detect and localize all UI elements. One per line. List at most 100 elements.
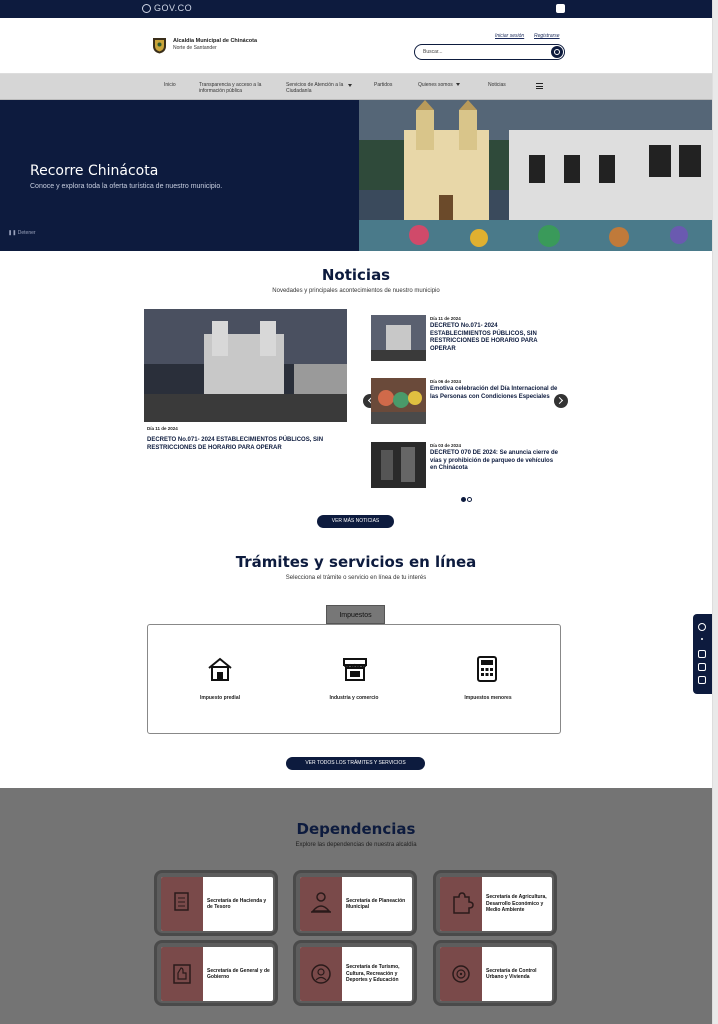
department-card-body: Secretaría de Turismo, Cultura, Recreaci… xyxy=(300,947,412,1001)
all-services-button[interactable]: VER TODOS LOS TRÁMITES Y SERVICIOS xyxy=(286,757,425,770)
department-card-body: Secretaría de Planeación Municipal xyxy=(300,877,412,931)
nav-item-transparencia[interactable]: Transparencia y acceso a la información … xyxy=(199,82,267,94)
nav-item-noticias[interactable]: Noticias xyxy=(488,82,506,88)
services-section-title: Trámites y servicios en línea xyxy=(235,553,477,571)
carousel-dot-active[interactable] xyxy=(461,497,466,502)
news-title[interactable]: Emotiva celebración del Día Internaciona… xyxy=(430,386,558,401)
main-nav: Inicio Transparencia y acceso a la infor… xyxy=(0,74,712,100)
font-increase-icon[interactable] xyxy=(698,663,706,671)
pause-button[interactable]: ❚❚ Detener xyxy=(8,230,36,236)
department-card[interactable]: Secretaría de Planeación Municipal xyxy=(293,870,417,936)
department-label: Secretaría de Hacienda y de Tesoro xyxy=(207,897,267,911)
department-label: Secretaría de Planeación Municipal xyxy=(346,897,406,911)
department-label: Secretaría de Control Urbano y Vivienda xyxy=(486,967,537,981)
department-icon-box xyxy=(440,947,482,1001)
department-card[interactable]: Secretaría de Turismo, Cultura, Recreaci… xyxy=(293,940,417,1006)
featured-news-image[interactable] xyxy=(144,309,347,422)
accessibility-options-icon[interactable] xyxy=(698,676,706,684)
separator-dot xyxy=(701,638,703,640)
department-icon-box xyxy=(300,947,342,1001)
department-card[interactable]: Secretaría de General y de Gobierno xyxy=(154,940,278,1006)
department-label: Secretaría de Turismo, Cultura, Recreaci… xyxy=(346,964,400,984)
department-card-body: Secretaría de Control Urbano y Vivienda xyxy=(440,947,552,1001)
department-card[interactable]: Secretaría de Agricultura, Desarrollo Ec… xyxy=(433,870,557,936)
department-card[interactable]: Secretaría de Hacienda y de Tesoro xyxy=(154,870,278,936)
pause-label: Detener xyxy=(17,230,36,236)
entity-name: Alcaldía Municipal de Chinácota xyxy=(173,38,258,44)
person-desk-icon xyxy=(311,892,331,913)
services-section-subtitle: Selecciona el trámite o servicio en líne… xyxy=(285,575,427,581)
tab-impuestos[interactable]: Impuestos xyxy=(326,605,385,624)
nav-item-servicios[interactable]: Servicios de Atención a la Ciudadanía xyxy=(286,82,344,94)
news-thumb[interactable] xyxy=(371,378,426,424)
govco-bar: GOV.CO xyxy=(0,0,712,18)
puzzle-icon xyxy=(453,892,474,914)
register-link[interactable]: Registrarse xyxy=(534,33,560,39)
featured-news-date: Día 11 de 2024 xyxy=(147,426,178,431)
chevron-down-icon xyxy=(455,83,460,87)
departments-section-title: Dependencias xyxy=(296,820,416,838)
department-icon-box xyxy=(161,947,203,1001)
nav-item-quienes-somos[interactable]: Quienes somos xyxy=(418,82,460,88)
department-label: Secretaría de Agricultura, Desarrollo Ec… xyxy=(486,894,547,914)
page-scrollbar[interactable] xyxy=(712,0,718,1024)
news-section-title: Noticias xyxy=(321,266,391,284)
thumbs-up-icon xyxy=(173,964,191,984)
service-industria-comercio[interactable]: Industria y comercio xyxy=(294,695,414,701)
carousel-dot[interactable] xyxy=(467,497,472,502)
target-icon xyxy=(452,965,470,983)
hero-image xyxy=(359,100,712,251)
more-news-button[interactable]: VER MÁS NOTICIAS xyxy=(317,515,394,528)
municipal-shield-icon[interactable] xyxy=(152,37,167,54)
news-thumb[interactable] xyxy=(371,315,426,361)
news-date: Día 03 de 2024 xyxy=(430,443,462,448)
search-icon[interactable] xyxy=(551,46,563,58)
nav-item-inicio[interactable]: Inicio xyxy=(164,82,176,88)
contrast-icon[interactable] xyxy=(698,623,706,631)
news-title[interactable]: DECRETO No.071- 2024 ESTABLECIMIENTOS PÚ… xyxy=(430,323,558,353)
accessibility-toolbar xyxy=(693,614,712,694)
hero-subtitle: Conoce y explora toda la oferta turístic… xyxy=(30,183,223,190)
search-placeholder: Buscar... xyxy=(423,49,443,55)
department-label: Secretaría de General y de Gobierno xyxy=(207,967,270,981)
entity-region: Norte de Santander xyxy=(173,45,217,51)
departments-section-subtitle: Explore las dependencias de nuestra alca… xyxy=(295,842,417,848)
services-panel: Impuesto predial Industria y comercio Im… xyxy=(147,624,561,734)
page: GOV.CO Alcaldía Municipal de Chinácota N… xyxy=(0,0,718,1024)
service-impuestos-menores[interactable]: Impuestos menores xyxy=(428,695,548,701)
nav-item-partidos[interactable]: Partidos xyxy=(374,82,392,88)
site-header: Alcaldía Municipal de Chinácota Norte de… xyxy=(0,18,712,74)
font-decrease-icon[interactable] xyxy=(698,650,706,658)
accessibility-icon[interactable] xyxy=(556,4,565,13)
chevron-down-icon xyxy=(348,84,352,87)
department-card-body: Secretaría de Agricultura, Desarrollo Ec… xyxy=(440,877,552,931)
store-icon xyxy=(343,658,367,681)
menu-icon[interactable] xyxy=(536,83,543,89)
news-title[interactable]: DECRETO 070 DE 2024: Se anuncia cierre d… xyxy=(430,450,558,473)
department-icon-box xyxy=(300,877,342,931)
login-link[interactable]: Iniciar sesión xyxy=(495,33,524,39)
document-icon xyxy=(174,892,189,911)
news-thumb[interactable] xyxy=(371,442,426,488)
house-icon xyxy=(208,657,232,681)
news-section-subtitle: Novedades y principales acontecimientos … xyxy=(272,288,440,294)
govco-link[interactable]: GOV.CO xyxy=(142,3,192,13)
search-input[interactable]: Buscar... xyxy=(414,44,565,60)
nav-item-servicios-label: Servicios de Atención a la Ciudadanía xyxy=(286,82,344,94)
hero-banner: Recorre Chinácota Conoce y explora toda … xyxy=(0,100,712,251)
govco-label: GOV.CO xyxy=(154,3,193,13)
departments-section: Dependencias Explore las dependencias de… xyxy=(0,788,712,1024)
featured-news-title[interactable]: DECRETO No.071- 2024 ESTABLECIMIENTOS PÚ… xyxy=(147,437,347,452)
department-icon-box xyxy=(440,877,482,931)
govco-seal-icon xyxy=(142,3,151,13)
service-impuesto-predial[interactable]: Impuesto predial xyxy=(160,695,280,701)
nav-item-quienes-label: Quienes somos xyxy=(418,82,453,88)
department-card[interactable]: Secretaría de Control Urbano y Vivienda xyxy=(433,940,557,1006)
hero-title: Recorre Chinácota xyxy=(30,163,159,179)
department-card-body: Secretaría de General y de Gobierno xyxy=(161,947,273,1001)
department-card-body: Secretaría de Hacienda y de Tesoro xyxy=(161,877,273,931)
news-date: Día 11 de 2024 xyxy=(430,316,461,321)
department-icon-box xyxy=(161,877,203,931)
globe-person-icon xyxy=(311,964,331,984)
news-date: Día 06 de 2024 xyxy=(430,379,462,384)
